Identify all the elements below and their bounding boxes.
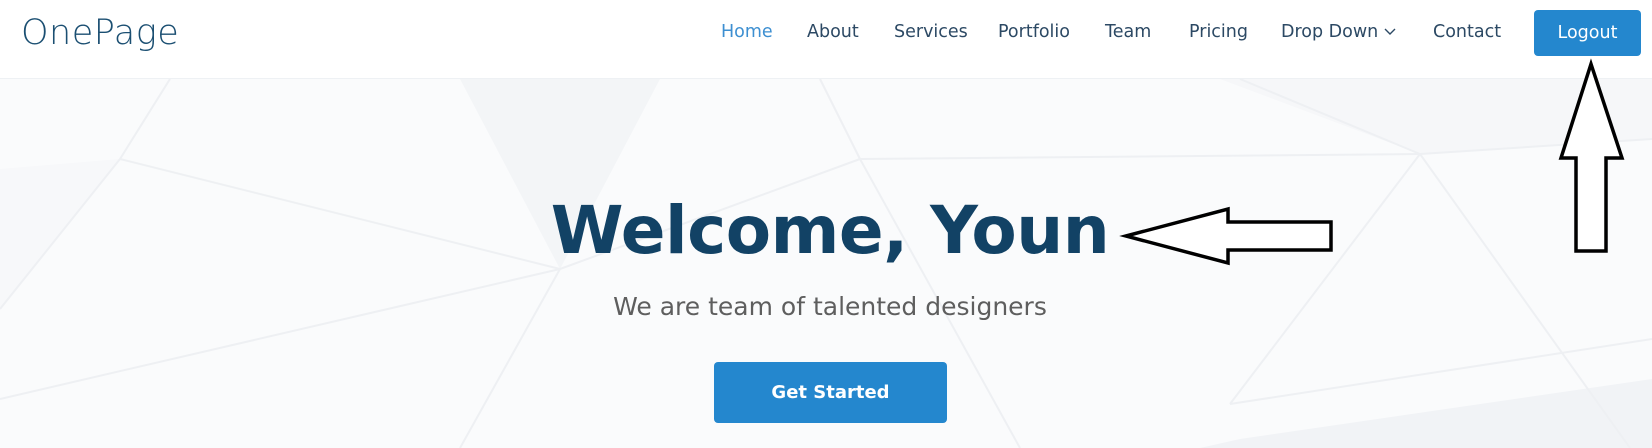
nav-item-about[interactable]: About bbox=[807, 22, 859, 42]
hero-title: Welcome, Youn bbox=[550, 192, 1110, 269]
nav-item-contact[interactable]: Contact bbox=[1433, 22, 1501, 42]
hero-subtitle: We are team of talented designers bbox=[613, 292, 1047, 321]
hero-section: Welcome, Youn We are team of talented de… bbox=[0, 79, 1652, 448]
nav-item-dropdown[interactable]: Drop Down bbox=[1281, 22, 1397, 42]
nav-item-services[interactable]: Services bbox=[894, 22, 968, 42]
nav-item-pricing[interactable]: Pricing bbox=[1189, 22, 1248, 42]
nav-item-dropdown-label: Drop Down bbox=[1281, 22, 1379, 42]
site-header: OnePage Home About Services Portfolio Te… bbox=[0, 0, 1652, 79]
nav-item-portfolio[interactable]: Portfolio bbox=[998, 22, 1070, 42]
nav-item-team[interactable]: Team bbox=[1105, 22, 1151, 42]
nav-item-home[interactable]: Home bbox=[721, 22, 773, 42]
logout-button[interactable]: Logout bbox=[1534, 10, 1641, 56]
chevron-down-icon bbox=[1384, 28, 1396, 35]
logo[interactable]: OnePage bbox=[21, 13, 179, 53]
get-started-button[interactable]: Get Started bbox=[714, 362, 947, 423]
